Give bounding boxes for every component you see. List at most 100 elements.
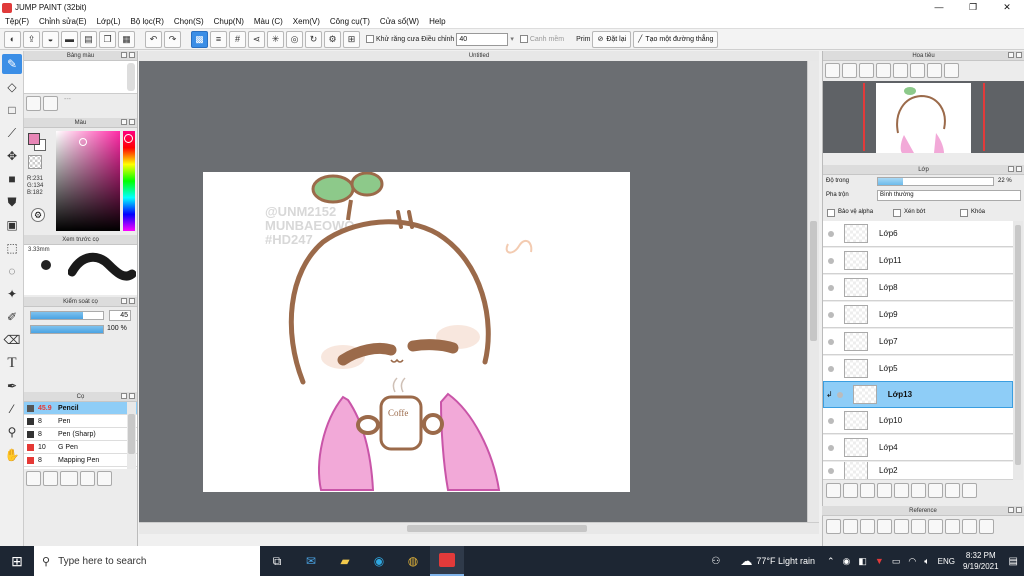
select-eraser-tool-icon[interactable]: ⌫ xyxy=(2,330,22,350)
rotate-reset-icon[interactable] xyxy=(910,63,925,78)
layer-row-selected[interactable]: ↲ Lớp13 xyxy=(823,381,1013,408)
guide-icon[interactable]: ⊞ xyxy=(343,30,360,48)
grid-icon[interactable]: ▦ xyxy=(118,30,135,48)
menu-layer[interactable]: Lớp(L) xyxy=(92,17,126,26)
copy-icon[interactable]: ❐ xyxy=(99,30,116,48)
clock[interactable]: 8:32 PM 9/19/2021 xyxy=(963,550,999,572)
network-icon[interactable]: ◠ xyxy=(908,556,916,567)
select-pen-tool-icon[interactable]: ✐ xyxy=(2,307,22,327)
panel-restore-icon[interactable] xyxy=(1008,52,1014,58)
panel-close-icon[interactable] xyxy=(129,52,135,58)
brush-list-scrollbar[interactable] xyxy=(127,402,136,469)
save-icon[interactable]: ◒ xyxy=(42,30,59,48)
text-tool-icon[interactable]: T xyxy=(2,353,22,373)
reference-zoom-actual-icon[interactable] xyxy=(928,519,943,534)
brush-menu-icon[interactable] xyxy=(60,471,78,486)
ruler-radial-icon[interactable]: ⋖ xyxy=(248,30,265,48)
bucket-tool-icon[interactable]: ⛊ xyxy=(2,192,22,212)
rotate-left-icon[interactable] xyxy=(893,63,908,78)
people-icon[interactable]: ⚇ xyxy=(711,556,720,567)
weather-text[interactable]: 77°F Light rain xyxy=(756,556,815,566)
reference-dropper-icon[interactable] xyxy=(945,519,960,534)
reference-close-icon[interactable] xyxy=(860,519,875,534)
close-button[interactable]: ✕ xyxy=(990,0,1024,15)
layer-mask-icon[interactable] xyxy=(877,483,892,498)
reference-zoom-out-icon[interactable] xyxy=(911,519,926,534)
layer-row[interactable]: Lớp4 xyxy=(823,435,1013,461)
menu-edit[interactable]: Chỉnh sửa(E) xyxy=(34,17,92,26)
hue-slider[interactable] xyxy=(123,131,135,231)
reference-rotate-icon[interactable] xyxy=(962,519,977,534)
taskbar-search[interactable]: ⚲ Type here to search xyxy=(34,546,260,576)
weather-icon[interactable]: ☁ xyxy=(740,554,752,568)
horizontal-scroll-thumb[interactable] xyxy=(407,525,587,532)
actual-size-icon[interactable] xyxy=(876,63,891,78)
move-layer-icon[interactable] xyxy=(945,483,960,498)
visibility-icon[interactable] xyxy=(828,417,834,424)
document-icon[interactable]: ▤ xyxy=(80,30,97,48)
blend-mode-select[interactable]: Bình thường xyxy=(877,190,1021,201)
layer-row[interactable]: Lớp10 xyxy=(823,408,1013,434)
brush-item-pen-sharp[interactable]: 8 Pen (Sharp) xyxy=(24,428,137,441)
visibility-icon[interactable] xyxy=(828,257,834,264)
visibility-icon[interactable] xyxy=(836,391,843,398)
layer-row[interactable]: Lớp8 xyxy=(823,275,1013,301)
navigator-preview[interactable] xyxy=(823,81,1024,153)
brush-tool-icon[interactable]: ✎ xyxy=(2,54,22,74)
canvas-vertical-scrollbar[interactable] xyxy=(807,61,819,522)
clipping-checkbox[interactable] xyxy=(893,209,901,217)
panel-restore-icon[interactable] xyxy=(1008,507,1014,513)
canvas-horizontal-scrollbar[interactable] xyxy=(139,522,819,534)
panel-restore-icon[interactable] xyxy=(121,298,127,304)
layer-list-scrollbar[interactable] xyxy=(1013,221,1023,480)
merge-down-icon[interactable] xyxy=(911,483,926,498)
rectangle-tool-icon[interactable]: □ xyxy=(2,100,22,120)
transparency-grid-icon[interactable]: ▩ xyxy=(191,30,208,48)
menu-capture[interactable]: Chụp(N) xyxy=(209,17,249,26)
task-view-icon[interactable]: ⧉ xyxy=(260,554,294,569)
visibility-icon[interactable] xyxy=(828,230,834,237)
drawing-canvas[interactable]: @UNM2152 MUNBAEOWO #HD247 Coffe xyxy=(203,172,630,492)
language-indicator[interactable]: ENG xyxy=(938,557,955,566)
dropper-tool-icon[interactable]: ⁄ xyxy=(2,399,22,419)
tray-app-icon[interactable]: ◉ xyxy=(843,556,851,567)
pen-tool-icon[interactable]: ✒ xyxy=(2,376,22,396)
lock-checkbox[interactable] xyxy=(960,209,968,217)
panel-restore-icon[interactable] xyxy=(121,393,127,399)
chrome-browser-icon[interactable]: ◍ xyxy=(396,554,430,568)
brush-item-pencil[interactable]: 45.9 Pencil xyxy=(24,402,137,415)
hand-tool-icon[interactable]: ✋ xyxy=(2,445,22,465)
brush-item-mapping-pen[interactable]: 8 Mapping Pen xyxy=(24,454,137,467)
menu-window[interactable]: Cửa sổ(W) xyxy=(375,17,424,26)
layer-row[interactable]: Lớp2 xyxy=(823,462,1013,480)
brush-folder-icon[interactable] xyxy=(97,471,112,486)
lasso-tool-icon[interactable]: ◌ xyxy=(2,261,22,281)
curve-ruler-icon[interactable]: ↻ xyxy=(305,30,322,48)
panel-close-icon[interactable] xyxy=(1016,52,1022,58)
brush-settings-icon[interactable] xyxy=(26,471,41,486)
layer-row[interactable]: Lớp7 xyxy=(823,329,1013,355)
color-wheel-icon[interactable]: ⚙ xyxy=(31,208,45,222)
windows-start-icon[interactable]: ⊞ xyxy=(0,546,34,576)
new-file-icon[interactable]: ◐ xyxy=(4,30,21,48)
zoom-out-icon[interactable] xyxy=(842,63,857,78)
concentric-lines-icon[interactable]: ✳ xyxy=(267,30,284,48)
menu-file[interactable]: Tệp(F) xyxy=(0,17,34,26)
mail-app-icon[interactable]: ✉ xyxy=(294,554,328,568)
panel-close-icon[interactable] xyxy=(129,393,135,399)
fill-rect-tool-icon[interactable]: ■ xyxy=(2,169,22,189)
visibility-icon[interactable] xyxy=(828,444,834,451)
layer-scroll-thumb[interactable] xyxy=(1015,225,1021,465)
panel-restore-icon[interactable] xyxy=(121,119,127,125)
battery-icon[interactable]: ▭ xyxy=(892,556,901,567)
fit-window-icon[interactable] xyxy=(859,63,874,78)
panel-close-icon[interactable] xyxy=(1016,166,1022,172)
new-layer-icon[interactable] xyxy=(826,483,841,498)
line-tool-icon[interactable]: ⟋ xyxy=(2,123,22,143)
flip-icon[interactable] xyxy=(944,63,959,78)
visibility-icon[interactable] xyxy=(828,365,834,372)
delete-layer-icon[interactable] xyxy=(962,483,977,498)
grid-pattern-icon[interactable]: # xyxy=(229,30,246,48)
magic-wand-tool-icon[interactable]: ✦ xyxy=(2,284,22,304)
menu-view[interactable]: Xem(V) xyxy=(288,17,325,26)
